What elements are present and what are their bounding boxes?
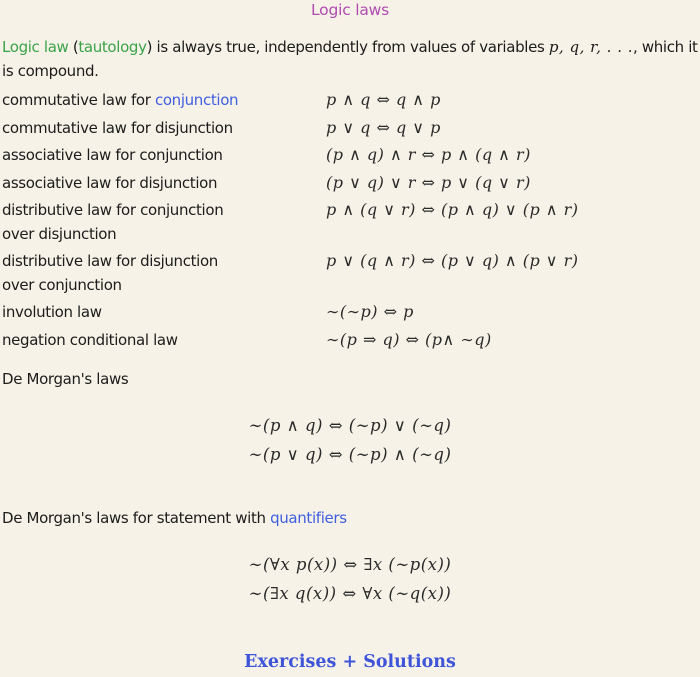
law-label: involution law bbox=[2, 303, 102, 321]
de-morgan-formula: ∼(p ∨ q) ⇔ (∼p) ∧ (∼q) bbox=[248, 445, 452, 464]
law-label-line1: distributive law for disjunction bbox=[2, 252, 218, 270]
law-formula: (p ∨ q) ∨ r ⇔ p ∨ (q ∨ r) bbox=[326, 173, 531, 192]
term-tautology-link[interactable]: tautology bbox=[78, 38, 147, 56]
conjunction-link[interactable]: conjunction bbox=[155, 91, 239, 109]
de-morgan-heading: De Morgan's laws bbox=[2, 370, 129, 388]
law-label-line2: over disjunction bbox=[2, 225, 117, 243]
intro-text: is always true, independently from value… bbox=[152, 38, 549, 56]
law-formula: p ∨ q ⇔ q ∨ p bbox=[326, 118, 441, 137]
exercises-solutions-link[interactable]: Exercises + Solutions bbox=[0, 652, 700, 672]
law-label: associative law for conjunction bbox=[2, 146, 223, 164]
law-label: commutative law for conjunction bbox=[2, 88, 302, 112]
law-label: associative law for disjunction bbox=[2, 174, 218, 192]
heading-text: De Morgan's laws for statement with bbox=[2, 509, 271, 527]
de-morgan-quantifiers-heading: De Morgan's laws for statement with quan… bbox=[2, 509, 347, 527]
de-morgan-formula: ∼(p ∧ q) ⇔ (∼p) ∨ (∼q) bbox=[248, 416, 452, 435]
law-label-line1: distributive law for conjunction bbox=[2, 201, 224, 219]
law-formula: (p ∧ q) ∧ r ⇔ p ∧ (q ∧ r) bbox=[326, 145, 531, 164]
law-label-line2: over conjunction bbox=[2, 276, 122, 294]
intro-paragraph: Logic law (tautology) is always true, in… bbox=[2, 35, 698, 83]
law-label: commutative law for disjunction bbox=[2, 119, 233, 137]
law-formula: ∼(p ⇒ q) ⇔ (p∧ ∼q) bbox=[326, 330, 492, 349]
law-label: negation conditional law bbox=[2, 331, 178, 349]
law-formula: p ∧ q ⇔ q ∧ p bbox=[326, 90, 441, 109]
quantifier-formula: ∼(∀x p(x)) ⇔ ∃x (∼p(x)) bbox=[248, 555, 452, 574]
law-formula: p ∧ (q ∨ r) ⇔ (p ∧ q) ∨ (p ∧ r) bbox=[326, 200, 579, 219]
page-title: Logic laws bbox=[311, 1, 389, 19]
term-logic-law-link[interactable]: Logic law bbox=[2, 38, 69, 56]
quantifier-formula: ∼(∃x q(x)) ⇔ ∀x (∼q(x)) bbox=[248, 584, 452, 603]
law-formula: p ∨ (q ∧ r) ⇔ (p ∨ q) ∧ (p ∨ r) bbox=[326, 251, 579, 270]
law-label-text: commutative law for bbox=[2, 91, 155, 109]
quantifiers-link[interactable]: quantifiers bbox=[270, 509, 347, 527]
law-formula: ∼(∼p) ⇔ p bbox=[326, 302, 414, 321]
paren-open: ( bbox=[68, 38, 79, 56]
intro-variables: p, q, r, . . . bbox=[548, 38, 634, 56]
law-label: distributive law for conjunction over dis… bbox=[2, 198, 302, 246]
law-label: distributive law for disjunction over con… bbox=[2, 249, 302, 297]
